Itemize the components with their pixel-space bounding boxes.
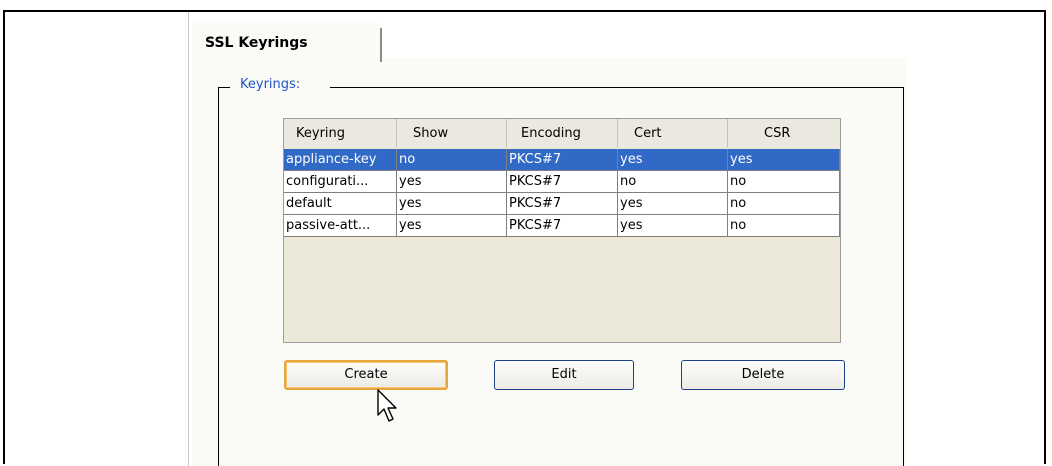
edit-button[interactable]: Edit — [494, 360, 634, 390]
tab-edge — [380, 28, 382, 62]
column-header-keyring[interactable]: Keyring — [284, 119, 397, 148]
column-header-show[interactable]: Show — [397, 119, 507, 148]
cell-csr: yes — [728, 149, 840, 171]
cell-show: no — [397, 149, 507, 171]
table-row[interactable]: configurati... yes PKCS#7 no no — [284, 171, 840, 193]
panel-divider — [188, 12, 189, 466]
cell-cert: yes — [618, 193, 728, 215]
table-row[interactable]: default yes PKCS#7 yes no — [284, 193, 840, 215]
cell-keyring: appliance-key — [284, 149, 397, 171]
cell-csr: no — [728, 215, 840, 237]
cell-keyring: configurati... — [284, 171, 397, 193]
cell-csr: no — [728, 171, 840, 193]
cell-show: yes — [397, 193, 507, 215]
column-header-encoding[interactable]: Encoding — [507, 119, 618, 148]
cell-cert: yes — [618, 149, 728, 171]
create-button[interactable]: Create — [284, 360, 448, 390]
cell-show: yes — [397, 171, 507, 193]
table-row[interactable]: passive-att... yes PKCS#7 yes no — [284, 215, 840, 237]
cell-cert: yes — [618, 215, 728, 237]
group-box-right — [903, 87, 904, 466]
group-box-top-right — [330, 87, 904, 88]
cell-encoding: PKCS#7 — [507, 193, 618, 215]
keyrings-group-label: Keyrings: — [236, 77, 305, 92]
cell-keyring: default — [284, 193, 397, 215]
table-row[interactable]: appliance-key no PKCS#7 yes yes — [284, 149, 840, 171]
tab-ssl-keyrings-label: SSL Keyrings — [205, 35, 308, 51]
keyrings-table[interactable]: Keyring Show Encoding Cert CSR appliance… — [283, 118, 841, 343]
cell-keyring: passive-att... — [284, 215, 397, 237]
cell-encoding: PKCS#7 — [507, 215, 618, 237]
cell-cert: no — [618, 171, 728, 193]
cell-encoding: PKCS#7 — [507, 171, 618, 193]
cell-encoding: PKCS#7 — [507, 149, 618, 171]
column-header-csr[interactable]: CSR — [728, 119, 840, 148]
group-box-left — [218, 87, 219, 466]
cell-show: yes — [397, 215, 507, 237]
column-header-cert[interactable]: Cert — [618, 119, 728, 148]
group-box-top-left — [218, 87, 230, 88]
cell-csr: no — [728, 193, 840, 215]
delete-button[interactable]: Delete — [681, 360, 845, 390]
arrow-cursor-icon — [377, 389, 397, 422]
